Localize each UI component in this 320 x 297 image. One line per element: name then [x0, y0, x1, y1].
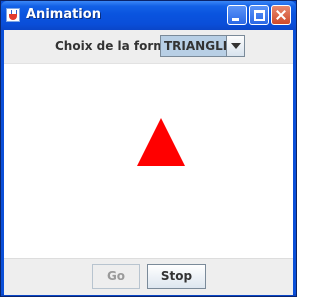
close-icon [272, 6, 290, 24]
app-window: Animation Choix de la forme TRIANGLE Go … [0, 0, 297, 297]
title-bar[interactable]: Animation [1, 1, 296, 30]
minimize-icon [232, 18, 239, 21]
control-panel: Choix de la forme TRIANGLE [4, 30, 293, 64]
java-cup-icon[interactable] [6, 8, 20, 22]
close-button[interactable] [271, 5, 291, 25]
maximize-icon [254, 10, 265, 21]
window-border-right [293, 30, 296, 296]
chevron-down-icon[interactable] [226, 36, 244, 56]
maximize-button[interactable] [249, 5, 269, 25]
red-triangle-shape [137, 118, 185, 166]
go-button[interactable]: Go [92, 264, 140, 289]
minimize-button[interactable] [227, 5, 247, 25]
content-pane: Choix de la forme TRIANGLE Go Stop [4, 30, 293, 295]
button-panel: Go Stop [4, 258, 293, 295]
animation-canvas [4, 64, 293, 258]
shape-select[interactable]: TRIANGLE [160, 35, 245, 57]
stop-button[interactable]: Stop [147, 264, 206, 289]
shape-select-value: TRIANGLE [164, 39, 231, 53]
window-title: Animation [26, 7, 101, 22]
shape-label: Choix de la forme [55, 39, 174, 53]
